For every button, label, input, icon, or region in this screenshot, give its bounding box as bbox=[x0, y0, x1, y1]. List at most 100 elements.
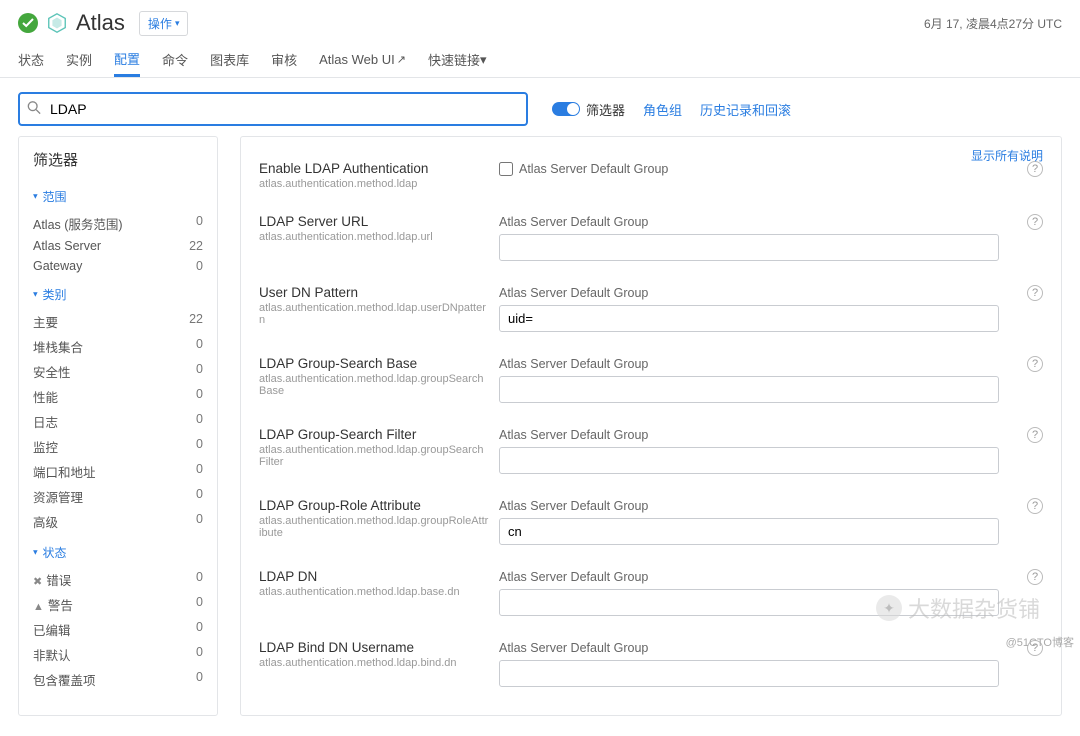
filter-item[interactable]: Atlas Server22 bbox=[19, 236, 217, 256]
config-key: atlas.authentication.method.ldap.bind.dn bbox=[259, 657, 489, 669]
filter-item[interactable]: 包含覆盖项 0 bbox=[19, 667, 217, 692]
filter-item[interactable]: Gateway0 bbox=[19, 256, 217, 276]
filter-item-count: 0 bbox=[196, 437, 203, 456]
tab-0[interactable]: 状态 bbox=[18, 42, 44, 77]
config-group-row: Atlas Server Default Group? bbox=[499, 214, 1043, 230]
filter-item-count: 0 bbox=[196, 512, 203, 531]
external-link-icon: ↗ bbox=[397, 53, 406, 66]
filter-item-count: 0 bbox=[196, 462, 203, 481]
caret-down-icon: ▾ bbox=[480, 52, 487, 68]
help-icon[interactable]: ? bbox=[1027, 356, 1043, 372]
filter-item-count: 0 bbox=[196, 570, 203, 589]
config-key: atlas.authentication.method.ldap.base.dn bbox=[259, 586, 489, 598]
filter-group-1[interactable]: ▸类别 bbox=[19, 276, 217, 309]
filter-item-label: ✖错误 bbox=[33, 570, 71, 589]
filter-item[interactable]: 堆栈集合0 bbox=[19, 334, 217, 359]
tab-5[interactable]: 审核 bbox=[271, 42, 297, 77]
filter-item-count: 0 bbox=[196, 487, 203, 506]
config-group-label: Atlas Server Default Group bbox=[499, 428, 648, 442]
config-row: LDAP Group-Role Attributeatlas.authentic… bbox=[259, 488, 1043, 559]
filter-item[interactable]: 端口和地址0 bbox=[19, 459, 217, 484]
config-text-input[interactable] bbox=[499, 305, 999, 332]
filter-item-label: 已编辑 bbox=[33, 620, 71, 639]
tab-4[interactable]: 图表库 bbox=[210, 42, 249, 77]
filter-item[interactable]: 性能0 bbox=[19, 384, 217, 409]
history-rollback-link[interactable]: 历史记录和回滚 bbox=[700, 100, 791, 119]
app-header: Atlas 操作 ▾ 6月 17, 凌晨4点27分 UTC bbox=[0, 0, 1080, 42]
config-text-input[interactable] bbox=[499, 376, 999, 403]
config-group-label: Atlas Server Default Group bbox=[499, 357, 648, 371]
filter-item[interactable]: 高级 0 bbox=[19, 509, 217, 534]
filter-item-label: 包含覆盖项 bbox=[33, 670, 96, 689]
config-key: atlas.authentication.method.ldap.groupSe… bbox=[259, 373, 489, 397]
config-value-block: Atlas Server Default Group? bbox=[499, 214, 1043, 261]
tab-6[interactable]: Atlas Web UI↗ bbox=[319, 42, 406, 77]
filter-item[interactable]: 主要22 bbox=[19, 309, 217, 334]
filter-item-count: 0 bbox=[196, 214, 203, 233]
filter-item[interactable]: ▲警告0 bbox=[19, 592, 217, 617]
config-row: LDAP DNatlas.authentication.method.ldap.… bbox=[259, 559, 1043, 630]
filter-item[interactable]: 日志0 bbox=[19, 409, 217, 434]
config-title: LDAP Group-Search Base bbox=[259, 356, 489, 371]
search-input[interactable] bbox=[18, 92, 528, 126]
config-key: atlas.authentication.method.ldap.groupSe… bbox=[259, 444, 489, 468]
role-group-link[interactable]: 角色组 bbox=[643, 100, 682, 119]
tab-1[interactable]: 实例 bbox=[66, 42, 92, 77]
config-label-block: Enable LDAP Authenticationatlas.authenti… bbox=[259, 161, 489, 190]
filter-item[interactable]: 非默认0 bbox=[19, 642, 217, 667]
config-row: User DN Patternatlas.authentication.meth… bbox=[259, 275, 1043, 346]
status-icon: ▲ bbox=[33, 601, 44, 613]
sidebar-title: 筛选器 bbox=[19, 149, 217, 178]
config-group-row: Atlas Server Default Group? bbox=[499, 569, 1043, 585]
config-label-block: LDAP Group-Role Attributeatlas.authentic… bbox=[259, 498, 489, 545]
actions-label: 操作 bbox=[148, 15, 172, 32]
filter-item-count: 0 bbox=[196, 670, 203, 689]
config-text-input[interactable] bbox=[499, 234, 999, 261]
filter-item[interactable]: Atlas (服务范围)0 bbox=[19, 211, 217, 236]
config-row: Enable LDAP Authenticationatlas.authenti… bbox=[259, 151, 1043, 204]
tab-2[interactable]: 配置 bbox=[114, 42, 140, 77]
help-icon[interactable]: ? bbox=[1027, 285, 1043, 301]
config-toolbar: 筛选器 角色组 历史记录和回滚 bbox=[0, 78, 1080, 136]
config-text-input[interactable] bbox=[499, 518, 999, 545]
show-all-descriptions-link[interactable]: 显示所有说明 bbox=[971, 147, 1043, 164]
filter-item-count: 0 bbox=[196, 645, 203, 664]
config-text-input[interactable] bbox=[499, 447, 999, 474]
config-text-input[interactable] bbox=[499, 660, 999, 687]
config-text-input[interactable] bbox=[499, 589, 999, 616]
config-group-row: Atlas Server Default Group? bbox=[499, 285, 1043, 301]
help-icon[interactable]: ? bbox=[1027, 498, 1043, 514]
actions-dropdown-button[interactable]: 操作 ▾ bbox=[139, 11, 189, 36]
help-icon[interactable]: ? bbox=[1027, 569, 1043, 585]
chevron-down-icon: ▸ bbox=[30, 292, 41, 297]
app-title: Atlas bbox=[76, 10, 125, 36]
filter-item[interactable]: 已编辑 0 bbox=[19, 617, 217, 642]
help-icon[interactable]: ? bbox=[1027, 427, 1043, 443]
filter-item-label: ▲警告 bbox=[33, 595, 73, 614]
filter-item-label: 性能 bbox=[33, 387, 58, 406]
filter-toggle[interactable]: 筛选器 bbox=[552, 100, 625, 119]
filter-item[interactable]: ✖错误 0 bbox=[19, 567, 217, 592]
filter-item-count: 0 bbox=[196, 620, 203, 639]
config-row: LDAP Group-Search Base atlas.authenticati… bbox=[259, 346, 1043, 417]
filter-item-label: 高级 bbox=[33, 512, 58, 531]
config-checkbox[interactable] bbox=[499, 162, 513, 176]
config-key: atlas.authentication.method.ldap.userDNp… bbox=[259, 302, 489, 326]
filter-item[interactable]: 安全性0 bbox=[19, 359, 217, 384]
help-icon[interactable]: ? bbox=[1027, 214, 1043, 230]
config-label-block: LDAP Group-Search Filteratlas.authentica… bbox=[259, 427, 489, 474]
filter-item[interactable]: 资源管理0 bbox=[19, 484, 217, 509]
filter-item-label: 安全性 bbox=[33, 362, 71, 381]
filter-toggle-label: 筛选器 bbox=[586, 100, 625, 119]
tab-7[interactable]: 快速链接 ▾ bbox=[428, 42, 487, 77]
filter-group-0[interactable]: ▸范围 bbox=[19, 178, 217, 211]
caret-down-icon: ▾ bbox=[175, 18, 180, 29]
filter-item-label: 堆栈集合 bbox=[33, 337, 83, 356]
filter-group-2[interactable]: ▸状态 bbox=[19, 534, 217, 567]
filter-item[interactable]: 监控0 bbox=[19, 434, 217, 459]
config-key: atlas.authentication.method.ldap bbox=[259, 178, 489, 190]
atlas-logo-icon bbox=[46, 12, 68, 34]
filter-sidebar: 筛选器 ▸范围Atlas (服务范围)0Atlas Server22Gatewa… bbox=[18, 136, 218, 716]
tab-3[interactable]: 命令 bbox=[162, 42, 188, 77]
config-value-block: Atlas Server Default Group? bbox=[499, 356, 1043, 403]
